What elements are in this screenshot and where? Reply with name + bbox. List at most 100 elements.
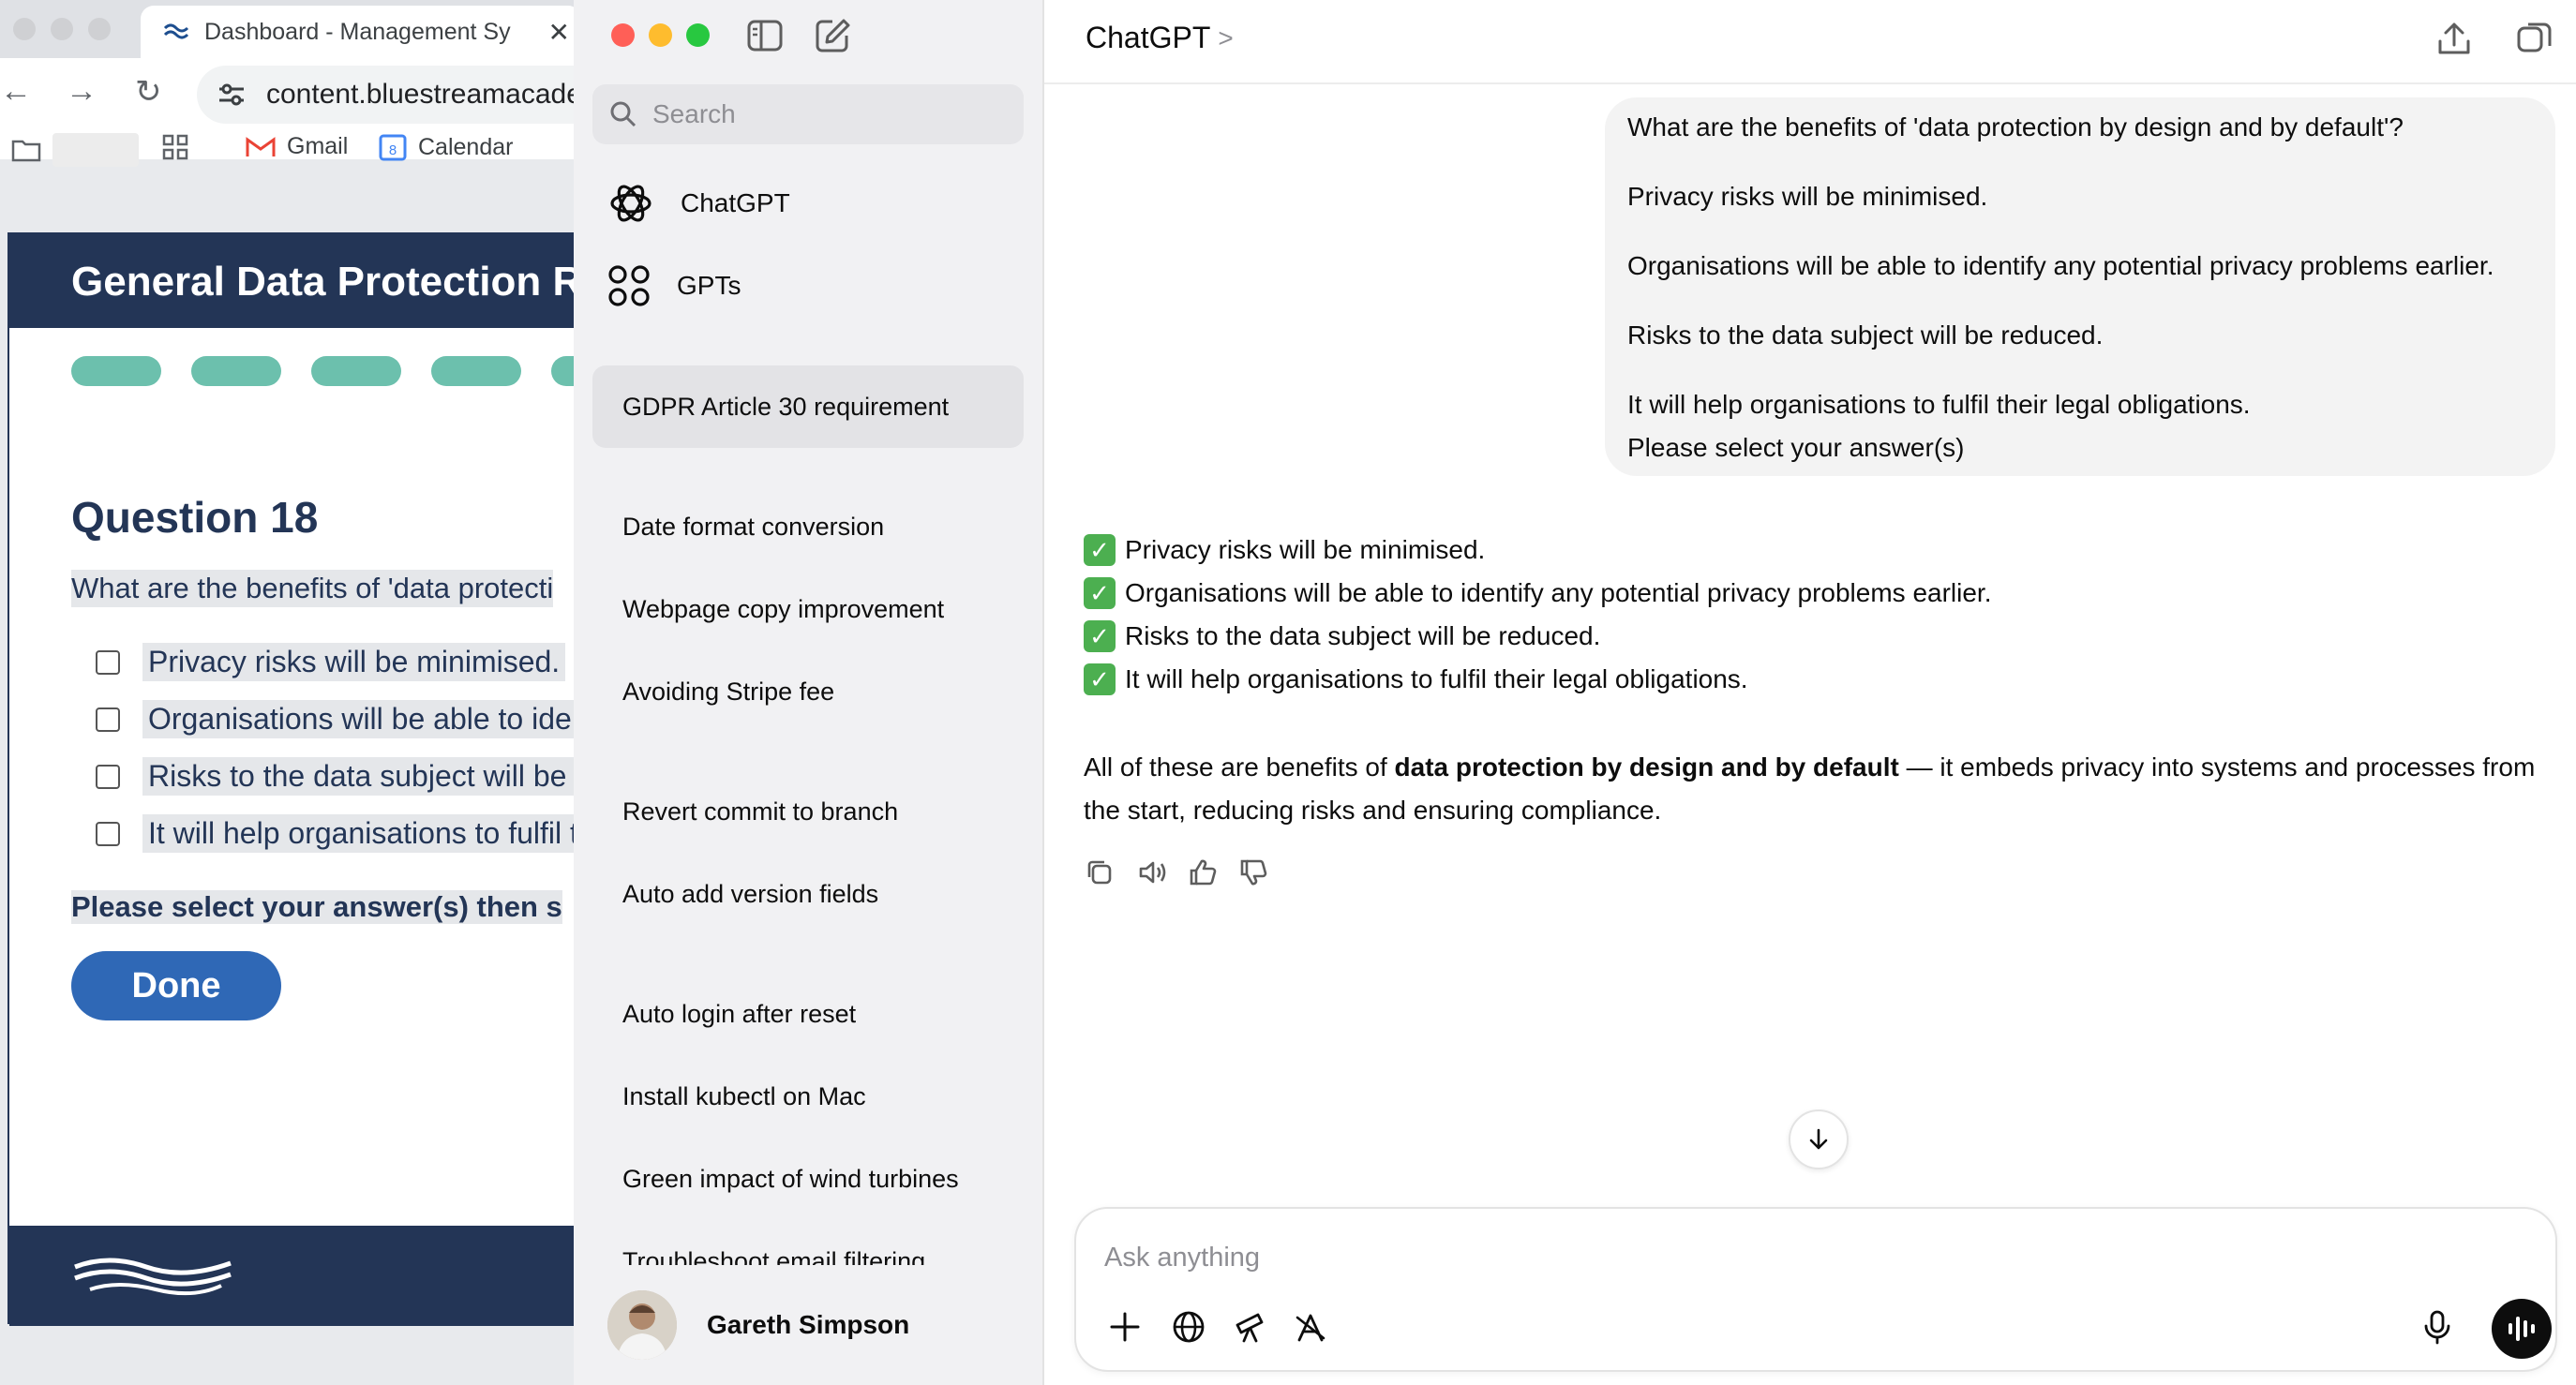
assistant-check-text: Organisations will be able to identify a… <box>1125 578 1992 607</box>
telescope-icon <box>1236 1313 1264 1343</box>
site-settings-icon[interactable] <box>216 79 247 111</box>
course-page: General Data Protection R Question 18 Wh… <box>7 232 581 1326</box>
redacted-bookmark <box>52 133 139 167</box>
gpts-grid-icon <box>608 265 650 306</box>
message-composer <box>1074 1207 2557 1372</box>
user-message-line: Privacy risks will be minimised. <box>1627 182 1988 211</box>
user-message-line: Risks to the data subject will be reduce… <box>1627 320 2104 350</box>
window-close-dot[interactable] <box>13 18 36 40</box>
deep-research-button[interactable] <box>1230 1306 1271 1348</box>
bookmark-gmail[interactable]: Gmail <box>246 133 348 160</box>
chat-history-item[interactable]: Auto add version fields <box>592 853 1024 935</box>
address-bar-url: content.bluestreamacade <box>266 79 581 110</box>
bookmarks-bar: Gmail 8 Calendar <box>0 133 581 167</box>
course-header: General Data Protection R <box>9 234 581 328</box>
tools-button[interactable] <box>1290 1306 1331 1348</box>
chat-history-item[interactable]: Avoiding Stripe fee <box>592 650 1024 733</box>
chat-history-item[interactable]: Date format conversion <box>592 485 1024 568</box>
window-minimize-dot[interactable] <box>51 18 73 40</box>
answer-checkbox[interactable] <box>96 707 120 732</box>
chat-sidebar: Search ChatGPT GPTs GDPR Article 30 requ… <box>574 0 1044 1385</box>
message-input[interactable] <box>1104 1237 2417 1278</box>
bookmark-folder[interactable] <box>11 133 139 167</box>
answer-option-label: Privacy risks will be minimised. <box>142 643 566 681</box>
scroll-to-bottom-button[interactable] <box>1789 1109 1849 1169</box>
thumbs-up-icon[interactable] <box>1187 856 1219 888</box>
user-message-line: Please select your answer(s) <box>1627 433 1965 462</box>
browser-tab[interactable]: Dashboard - Management Sy ✕ <box>141 6 581 58</box>
new-chat-icon[interactable] <box>814 17 851 54</box>
avatar <box>607 1290 677 1360</box>
chat-history-item[interactable]: Green impact of wind turbines <box>592 1138 1024 1220</box>
background-browser-window: Dashboard - Management Sy ✕ ← → ↻ conten… <box>0 0 581 1385</box>
check-mark-icon: ✓ <box>1084 577 1116 609</box>
answer-option-label: It will help organisations to fulfil t <box>142 814 581 853</box>
folder-icon <box>11 140 41 162</box>
done-button[interactable]: Done <box>71 951 281 1020</box>
sidebar-item-gpts[interactable]: GPTs <box>607 264 741 307</box>
voice-mode-button[interactable] <box>2492 1299 2552 1359</box>
summary-prefix: All of these are benefits of <box>1084 752 1395 782</box>
sidebar-search[interactable]: Search <box>592 84 1024 144</box>
sidebar-item-chatgpt[interactable]: ChatGPT <box>607 180 790 227</box>
address-bar[interactable]: content.bluestreamacade <box>197 66 581 124</box>
chat-history-item[interactable]: Revert commit to branch <box>592 770 1024 853</box>
share-icon[interactable] <box>2434 19 2475 60</box>
tab-close-icon[interactable]: ✕ <box>548 17 570 48</box>
copy-icon[interactable] <box>1084 856 1116 888</box>
thumbs-down-icon[interactable] <box>1237 856 1269 888</box>
chat-main: ChatGPT > What are the benefits of 'data… <box>1044 0 2576 1385</box>
check-mark-icon: ✓ <box>1084 663 1116 695</box>
course-footer <box>9 1226 581 1326</box>
answer-checkbox[interactable] <box>96 649 120 675</box>
user-name: Gareth Simpson <box>707 1310 910 1339</box>
bluestream-logo-icon <box>74 1258 232 1296</box>
read-aloud-icon[interactable] <box>1136 856 1168 888</box>
svg-text:8: 8 <box>389 142 397 158</box>
openai-logo-icon <box>610 185 651 222</box>
globe-icon <box>1173 1311 1205 1343</box>
answer-checkbox[interactable] <box>96 821 120 846</box>
assistant-check-text: It will help organisations to fulfil the… <box>1125 664 1748 693</box>
answer-option[interactable]: It will help organisations to fulfil t <box>96 814 581 853</box>
answer-instruction: Please select your answer(s) then s <box>71 890 562 924</box>
answer-option-label: Organisations will be able to ider <box>142 700 581 738</box>
bookmark-calendar-label: Calendar <box>418 133 514 160</box>
bookmark-calendar[interactable]: 8 Calendar <box>379 133 513 161</box>
chat-history-item[interactable]: Webpage copy improvement <box>592 568 1024 650</box>
answer-option-label: Risks to the data subject will be r <box>142 757 581 796</box>
user-message-line: It will help organisations to fulfil the… <box>1627 390 2251 419</box>
chat-history-item[interactable]: GDPR Article 30 requirement <box>592 365 1024 448</box>
sidebar-toggle-icon[interactable] <box>746 19 784 52</box>
question-title: Question 18 <box>71 493 319 542</box>
browser-tab-title: Dashboard - Management Sy <box>204 18 511 45</box>
assistant-check-text: Risks to the data subject will be reduce… <box>1125 621 1601 650</box>
reload-icon[interactable]: ↻ <box>135 73 162 111</box>
user-profile[interactable]: Gareth Simpson <box>574 1265 1042 1385</box>
answer-option[interactable]: Privacy risks will be minimised. <box>96 643 566 681</box>
answer-option[interactable]: Organisations will be able to ider <box>96 700 581 738</box>
attach-button[interactable] <box>1104 1306 1146 1348</box>
minimize-window-button[interactable] <box>649 23 672 47</box>
temporary-chat-icon[interactable] <box>2514 19 2555 60</box>
apps-grid-icon <box>162 134 188 160</box>
assistant-summary: All of these are benefits of data protec… <box>1084 746 2546 832</box>
answer-checkbox[interactable] <box>96 764 120 789</box>
dictate-button[interactable] <box>2417 1306 2458 1348</box>
back-arrow-icon[interactable]: ← <box>0 73 32 110</box>
window-zoom-dot[interactable] <box>88 18 111 40</box>
zoom-window-button[interactable] <box>686 23 710 47</box>
site-favicon-icon <box>163 23 189 39</box>
model-selector[interactable]: ChatGPT > <box>1086 21 1234 55</box>
chat-history-item[interactable]: Install kubectl on Mac <box>592 1055 1024 1138</box>
search-placeholder: Search <box>652 99 736 128</box>
forward-arrow-icon[interactable]: → <box>66 73 97 110</box>
apps-grid-button[interactable] <box>161 133 189 161</box>
chat-history-item[interactable]: Auto login after reset <box>592 973 1024 1055</box>
web-search-button[interactable] <box>1168 1306 1209 1348</box>
assistant-check-text: Privacy risks will be minimised. <box>1125 535 1486 564</box>
close-window-button[interactable] <box>611 23 635 47</box>
answer-option[interactable]: Risks to the data subject will be r <box>96 757 581 796</box>
assistant-check-line: ✓ Organisations will be able to identify… <box>1084 577 1991 609</box>
search-icon <box>610 101 637 127</box>
